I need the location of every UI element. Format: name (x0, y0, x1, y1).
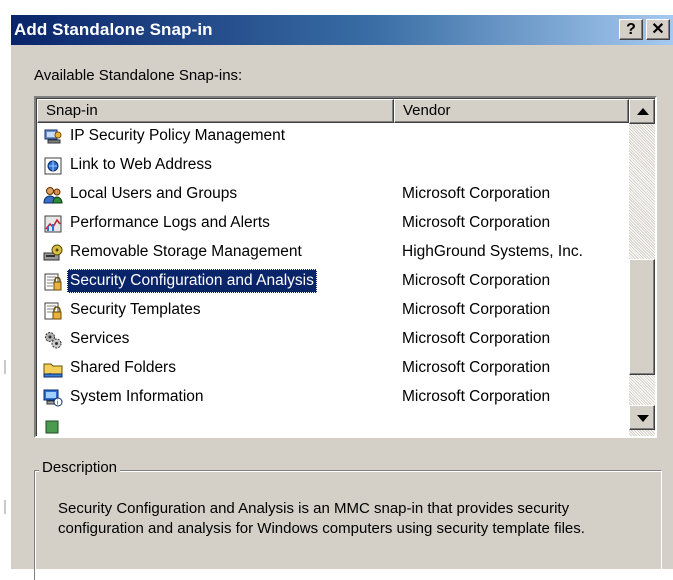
snapin-name: Local Users and Groups (70, 185, 238, 202)
services-gears-icon (43, 330, 63, 350)
snapin-name: Security Configuration and Analysis (67, 269, 317, 293)
scroll-down-button[interactable] (629, 405, 655, 430)
arrow-up-icon (637, 108, 649, 115)
ip-security-icon (43, 127, 63, 147)
list-item[interactable]: Shared Folders Microsoft Corporation (37, 354, 629, 383)
users-groups-icon (43, 185, 63, 205)
snapin-name: IP Security Policy Management (70, 127, 286, 144)
shared-folders-icon (43, 359, 63, 379)
scroll-up-button[interactable] (629, 99, 655, 124)
list-header: Snap-in Vendor (37, 99, 629, 123)
snapin-vendor: Microsoft Corporation (402, 330, 551, 347)
snapin-vendor: HighGround Systems, Inc. (402, 243, 583, 260)
list-item-partial (37, 412, 629, 436)
snapin-name: Link to Web Address (70, 156, 212, 173)
snapin-name: Removable Storage Management (70, 243, 302, 260)
background-tick (4, 500, 6, 514)
column-header-vendor[interactable]: Vendor (394, 99, 629, 123)
snapin-vendor: Microsoft Corporation (402, 272, 551, 289)
available-snapins-label: Available Standalone Snap-ins: (34, 67, 243, 84)
list-item[interactable]: Link to Web Address (37, 151, 629, 180)
description-legend: Description (39, 459, 121, 476)
snapin-vendor: Microsoft Corporation (402, 301, 551, 318)
snapin-name: System Information (70, 388, 204, 405)
list-item[interactable]: Removable Storage Management HighGround … (37, 238, 629, 267)
close-button[interactable]: ✕ (646, 19, 670, 40)
security-config-icon (43, 272, 63, 292)
snapin-name: Performance Logs and Alerts (70, 214, 270, 231)
snapin-name: Security Templates (70, 301, 201, 318)
list-item[interactable]: Security Configuration and Analysis Micr… (37, 267, 629, 296)
dialog-title: Add Standalone Snap-in (14, 20, 213, 39)
snapin-list[interactable]: Snap-in Vendor IP Security Policy Manage… (34, 96, 657, 438)
system-info-icon: i (43, 388, 63, 408)
snapin-vendor: Microsoft Corporation (402, 359, 551, 376)
title-bar[interactable]: Add Standalone Snap-in ? ✕ (11, 15, 673, 45)
help-button[interactable]: ? (619, 19, 643, 40)
scroll-thumb[interactable] (629, 259, 655, 375)
list-item[interactable]: Services Microsoft Corporation (37, 325, 629, 354)
performance-icon (43, 214, 63, 234)
description-text: Security Configuration and Analysis is a… (58, 500, 585, 537)
snapin-name: Services (70, 330, 130, 347)
snapin-vendor: Microsoft Corporation (402, 388, 551, 405)
list-rows: IP Security Policy Management Link to We… (37, 123, 629, 436)
background-tick (4, 360, 6, 374)
snapin-name: Shared Folders (70, 359, 176, 376)
web-link-icon (43, 156, 63, 176)
list-item[interactable]: Performance Logs and Alerts Microsoft Co… (37, 209, 629, 238)
background-strip (0, 0, 10, 569)
column-header-snapin[interactable]: Snap-in (37, 99, 394, 123)
add-standalone-snapin-dialog: Add Standalone Snap-in ? ✕ Available Sta… (10, 14, 673, 580)
removable-storage-icon (43, 243, 63, 263)
snapin-vendor: Microsoft Corporation (402, 185, 551, 202)
vertical-scrollbar[interactable] (629, 99, 655, 436)
list-item[interactable]: IP Security Policy Management (37, 122, 629, 151)
security-templates-icon (43, 301, 63, 321)
list-item[interactable]: Local Users and Groups Microsoft Corpora… (37, 180, 629, 209)
list-item[interactable]: Security Templates Microsoft Corporation (37, 296, 629, 325)
list-item[interactable]: i System Information Microsoft Corporati… (37, 383, 629, 412)
arrow-down-icon (637, 415, 649, 422)
partial-item-icon (43, 417, 63, 436)
snapin-vendor: Microsoft Corporation (402, 214, 551, 231)
